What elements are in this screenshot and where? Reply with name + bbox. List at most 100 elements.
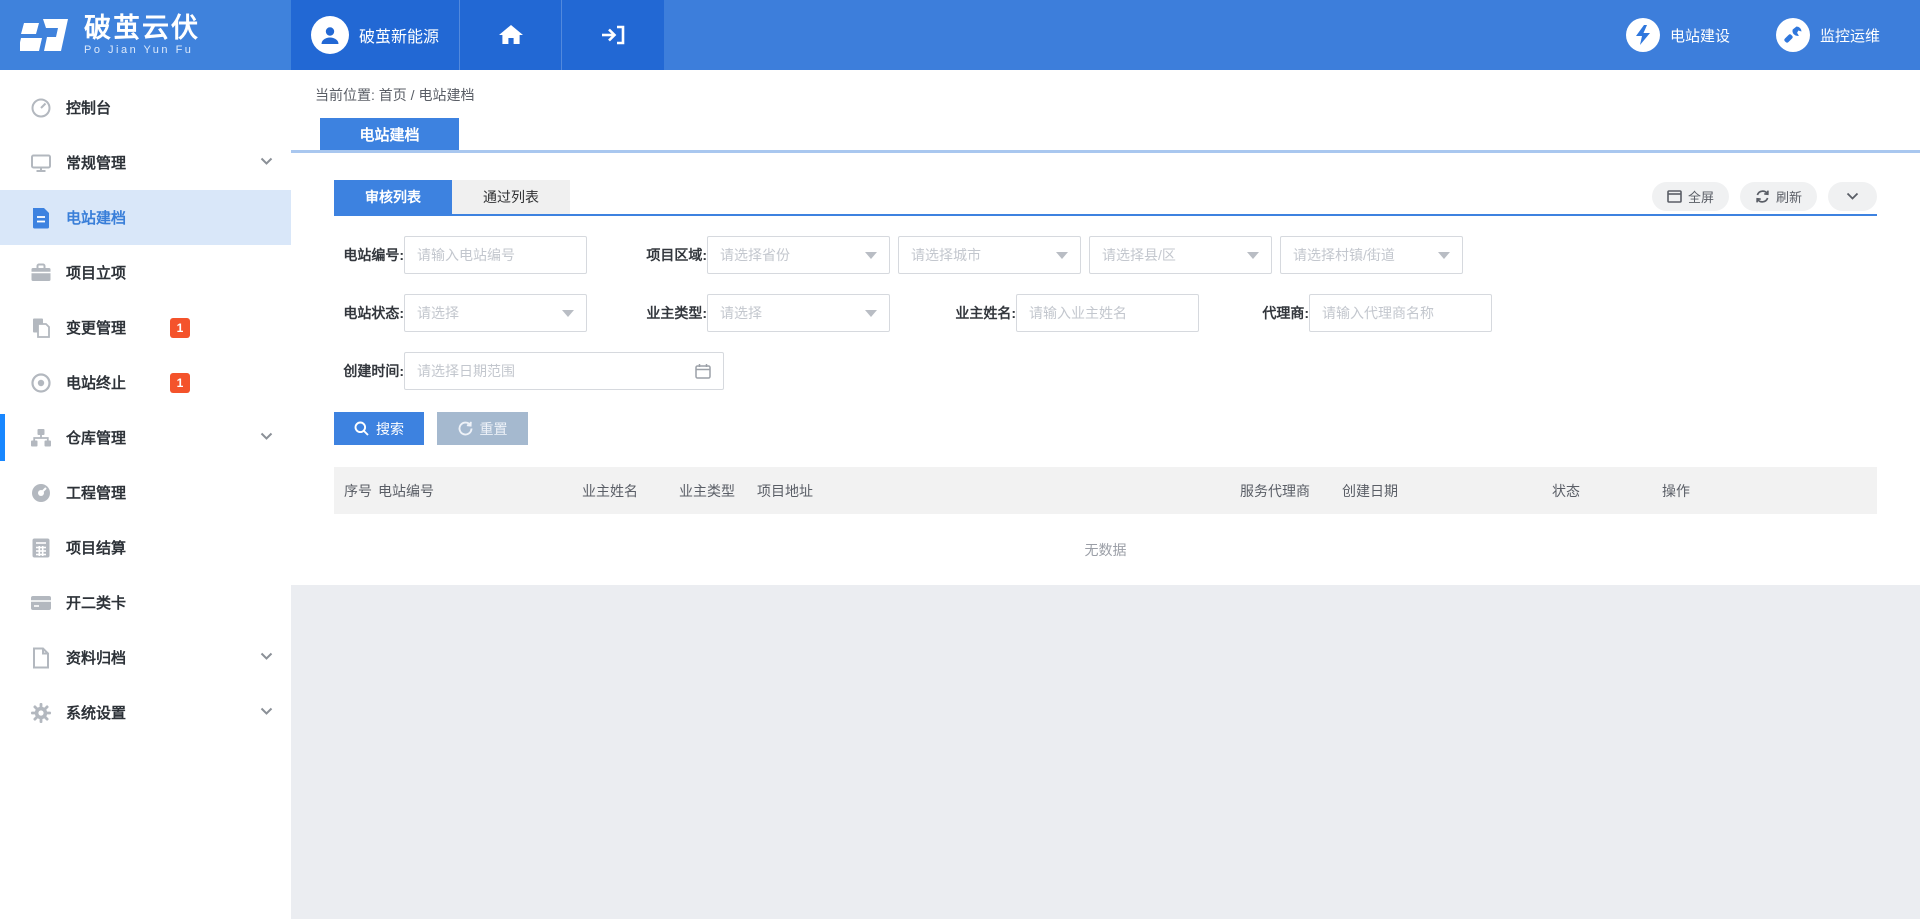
filter-row-1: 电站编号: 项目区域: 请选择省份 请选择城市 请选择县/区 (334, 236, 1877, 274)
sidebar-label: 系统设置 (66, 702, 126, 723)
breadcrumb-prefix: 当前位置: (315, 87, 375, 103)
village-select[interactable]: 请选择村镇/街道 (1280, 236, 1463, 274)
fullscreen-button[interactable]: 全屏 (1652, 182, 1729, 211)
breadcrumb-home[interactable]: 首页 (379, 87, 407, 103)
agent-field (1309, 294, 1492, 332)
file-icon (30, 647, 52, 669)
sidebar-item-data-archive[interactable]: 资料归档 (0, 630, 291, 685)
chevron-down-icon (1846, 192, 1859, 201)
sidebar-item-dashboard[interactable]: 控制台 (0, 80, 291, 135)
sidebar-item-change-mgmt[interactable]: 变更管理 1 (0, 300, 291, 355)
reset-button[interactable]: 重置 (437, 412, 528, 445)
region-label: 项目区域: (637, 245, 707, 265)
empty-state-text: 无数据 (334, 514, 1877, 590)
station-status-select[interactable]: 请选择 (404, 294, 587, 332)
county-select[interactable]: 请选择县/区 (1089, 236, 1272, 274)
owner-name-label: 业主姓名: (940, 303, 1016, 323)
panel-tabs-underline (334, 214, 1877, 216)
sidebar-label: 项目立项 (66, 262, 126, 283)
date-range-input[interactable] (405, 353, 665, 389)
brand-logo: 破茧云伏 Po Jian Yun Fu (0, 0, 291, 70)
calculator-icon (30, 537, 52, 559)
credit-card-icon (30, 592, 52, 614)
nav-station-build[interactable]: 电站建设 (1626, 18, 1730, 52)
agent-label: 代理商: (1249, 303, 1309, 323)
chevron-down-icon (260, 652, 273, 661)
filter-row-3: 创建时间: (334, 352, 1877, 390)
nav-monitor-ops[interactable]: 监控运维 (1776, 18, 1880, 52)
logout-icon (599, 23, 627, 47)
filter-row-2: 电站状态: 请选择 业主类型: 请选择 业主姓名: 代理商: (334, 294, 1877, 332)
caret-down-icon (865, 310, 877, 317)
top-header: 破茧云伏 Po Jian Yun Fu 破茧新能源 (0, 0, 1920, 70)
sidebar-item-open-class2-card[interactable]: 开二类卡 (0, 575, 291, 630)
tab-passed-list[interactable]: 通过列表 (452, 180, 570, 214)
collapse-button[interactable] (1828, 182, 1877, 211)
nav-station-build-label: 电站建设 (1670, 25, 1730, 46)
col-seq: 序号 (334, 481, 378, 501)
logout-button[interactable] (562, 0, 664, 70)
gear-icon (30, 702, 52, 724)
col-station-no: 电站编号 (378, 481, 582, 501)
sidebar-label: 工程管理 (66, 482, 126, 503)
fullscreen-label: 全屏 (1688, 187, 1714, 206)
breadcrumb-current: 电站建档 (418, 87, 474, 103)
sidebar-item-station-filing[interactable]: 电站建档 (0, 190, 291, 245)
sitemap-icon (30, 427, 52, 449)
brand-logo-icon (20, 13, 72, 57)
owner-type-select[interactable]: 请选择 (707, 294, 890, 332)
station-no-input[interactable] (405, 237, 586, 273)
station-no-label: 电站编号: (334, 245, 404, 265)
home-button[interactable] (460, 0, 562, 70)
col-created-date: 创建日期 (1342, 481, 1552, 501)
created-time-label: 创建时间: (334, 361, 404, 381)
sidebar-label: 开二类卡 (66, 592, 126, 613)
home-icon (498, 23, 524, 47)
panel-tools: 全屏 刷新 (1652, 182, 1877, 211)
sidebar-label: 资料归档 (66, 647, 126, 668)
refresh-button[interactable]: 刷新 (1740, 182, 1817, 211)
table-header: 序号 电站编号 业主姓名 业主类型 项目地址 服务代理商 创建日期 状态 操作 (334, 467, 1877, 514)
city-select[interactable]: 请选择城市 (898, 236, 1081, 274)
search-button[interactable]: 搜索 (334, 412, 424, 445)
sidebar-label: 常规管理 (66, 152, 126, 173)
user-profile[interactable]: 破茧新能源 (291, 0, 460, 70)
active-indicator-bar (0, 414, 5, 461)
sidebar-item-general-mgmt[interactable]: 常规管理 (0, 135, 291, 190)
province-select[interactable]: 请选择省份 (707, 236, 890, 274)
sidebar-item-system-settings[interactable]: 系统设置 (0, 685, 291, 740)
brand-subtitle: Po Jian Yun Fu (84, 44, 200, 56)
briefcase-icon (30, 262, 52, 284)
owner-name-input[interactable] (1017, 295, 1198, 331)
wrench-icon (1776, 18, 1810, 52)
caret-down-icon (1056, 252, 1068, 259)
province-placeholder: 请选择省份 (720, 245, 790, 265)
sidebar-item-warehouse-mgmt[interactable]: 仓库管理 (0, 410, 291, 465)
panel: 审核列表 通过列表 全屏 (334, 180, 1877, 590)
main-content: 当前位置: 首页 / 电站建档 电站建档 审核列表 通过列表 全屏 (291, 70, 1920, 919)
sidebar-item-station-termination[interactable]: 电站终止 1 (0, 355, 291, 410)
agent-input[interactable] (1310, 295, 1491, 331)
search-icon (354, 421, 369, 436)
page-tab-station-filing[interactable]: 电站建档 (320, 118, 459, 150)
dashboard-icon (30, 97, 52, 119)
company-name: 破茧新能源 (359, 23, 439, 47)
header-user-block: 破茧新能源 (291, 0, 664, 70)
date-range-field (404, 352, 724, 390)
sidebar-label: 变更管理 (66, 317, 126, 338)
page-tab-divider (291, 150, 1920, 153)
chevron-down-icon (260, 432, 273, 441)
owner-type-label: 业主类型: (637, 303, 707, 323)
sidebar-item-project-settlement[interactable]: 项目结算 (0, 520, 291, 575)
brand-title: 破茧云伏 (84, 14, 200, 42)
refresh-icon (1755, 189, 1770, 204)
sidebar: 控制台 常规管理 电站建档 (0, 70, 291, 919)
sidebar-item-project-initiation[interactable]: 项目立项 (0, 245, 291, 300)
sidebar-item-engineering-mgmt[interactable]: 工程管理 (0, 465, 291, 520)
caret-down-icon (562, 310, 574, 317)
sidebar-label: 仓库管理 (66, 427, 126, 448)
tab-review-list[interactable]: 审核列表 (334, 180, 452, 214)
user-icon (318, 23, 342, 47)
breadcrumb: 当前位置: 首页 / 电站建档 (291, 70, 1920, 105)
chevron-down-icon (260, 157, 273, 166)
